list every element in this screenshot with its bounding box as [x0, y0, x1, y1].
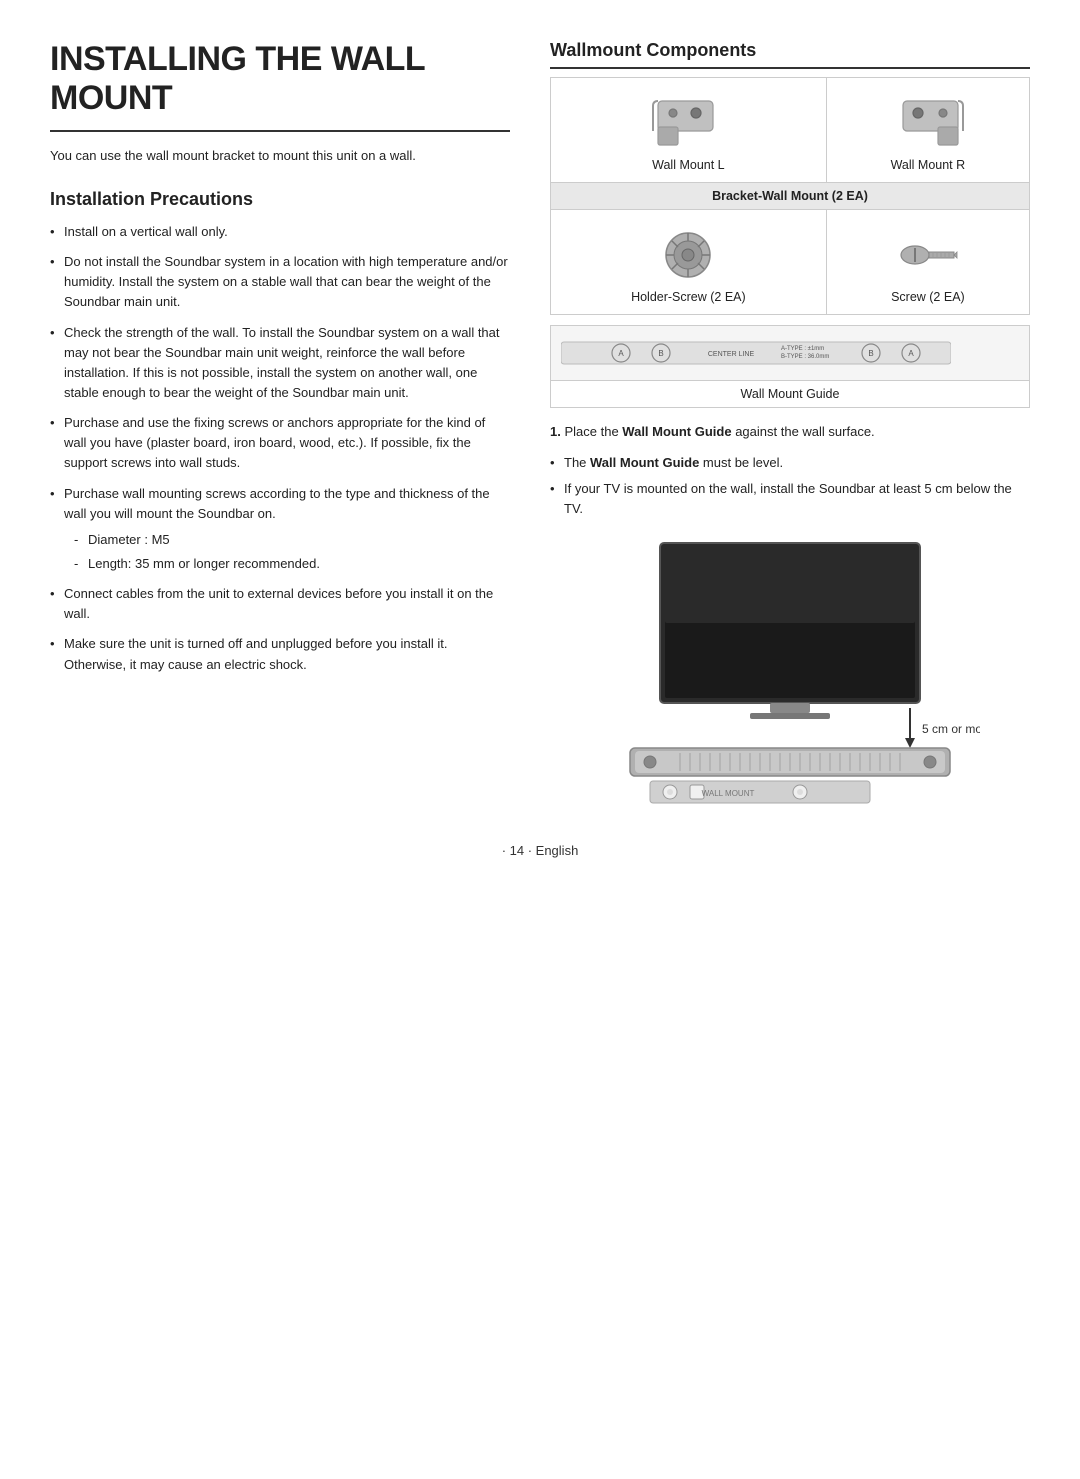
screw-label: Screw (2 EA) — [835, 290, 1021, 304]
holder-screw-cell: Holder-Screw (2 EA) — [551, 210, 827, 315]
list-item: Make sure the unit is turned off and unp… — [50, 634, 510, 674]
step-bullet-2: If your TV is mounted on the wall, insta… — [550, 479, 1030, 519]
screw-image — [835, 220, 1021, 290]
wall-mount-r-cell: Wall Mount R — [826, 78, 1029, 183]
holder-screw-label: Holder-Screw (2 EA) — [559, 290, 818, 304]
list-item: Do not install the Soundbar system in a … — [50, 252, 510, 312]
footer-text: · 14 · English — [502, 843, 579, 858]
svg-text:A: A — [908, 349, 914, 358]
svg-text:WALL MOUNT: WALL MOUNT — [702, 789, 755, 798]
table-row-images: Wall Mount L — [551, 78, 1030, 183]
step-bullets-list: The Wall Mount Guide must be level. If y… — [550, 453, 1030, 519]
sub-list: Diameter : M5 Length: 35 mm or longer re… — [64, 530, 510, 574]
page-wrapper: INSTALLING THE WALL MOUNT You can use th… — [50, 40, 1030, 813]
screw-cell: Screw (2 EA) — [826, 210, 1029, 315]
wall-mount-l-image — [559, 88, 818, 158]
list-item: Check the strength of the wall. To insta… — [50, 323, 510, 404]
left-column: INSTALLING THE WALL MOUNT You can use th… — [50, 40, 510, 813]
guide-container: CENTER LINE A-TYPE : ±1mm B-TYPE : 36.0m… — [550, 325, 1030, 408]
components-table: Wall Mount L — [550, 77, 1030, 315]
bracket-label: Bracket-Wall Mount (2 EA) — [551, 183, 1030, 210]
step1-text: 1. Place the Wall Mount Guide against th… — [550, 422, 1030, 443]
precaution-list: Install on a vertical wall only. Do not … — [50, 222, 510, 675]
table-row-screws: Holder-Screw (2 EA) — [551, 210, 1030, 315]
guide-label: Wall Mount Guide — [551, 380, 1029, 407]
right-section-title: Wallmount Components — [550, 40, 1030, 69]
svg-text:B-TYPE : 36.0mm: B-TYPE : 36.0mm — [781, 354, 829, 360]
svg-text:5 cm or more: 5 cm or more — [922, 722, 980, 736]
right-column: Wallmount Components — [550, 40, 1030, 813]
page-title: INSTALLING THE WALL MOUNT — [50, 40, 510, 132]
holder-screw-image — [559, 220, 818, 290]
wall-mount-r-image — [835, 88, 1021, 158]
page-footer: · 14 · English — [50, 843, 1030, 858]
bracket-row: Bracket-Wall Mount (2 EA) — [551, 183, 1030, 210]
sub-list-item: Length: 35 mm or longer recommended. — [74, 554, 510, 574]
wall-mount-r-label: Wall Mount R — [835, 158, 1021, 172]
tv-illustration: 5 cm or more — [550, 533, 1030, 813]
list-item: Install on a vertical wall only. — [50, 222, 510, 242]
svg-text:B: B — [868, 349, 873, 358]
wall-mount-l-label: Wall Mount L — [559, 158, 818, 172]
sub-list-item: Diameter : M5 — [74, 530, 510, 550]
svg-text:B: B — [658, 349, 663, 358]
left-section-title: Installation Precautions — [50, 189, 510, 210]
wall-mount-l-cell: Wall Mount L — [551, 78, 827, 183]
intro-text: You can use the wall mount bracket to mo… — [50, 146, 510, 167]
list-item: Purchase and use the fixing screws or an… — [50, 413, 510, 473]
tv-svg: 5 cm or more — [600, 533, 980, 813]
step-bullet-1: The Wall Mount Guide must be level. — [550, 453, 1030, 473]
svg-text:CENTER LINE: CENTER LINE — [708, 351, 755, 358]
list-item: Connect cables from the unit to external… — [50, 584, 510, 624]
step-number: 1. — [550, 424, 561, 439]
svg-text:A-TYPE : ±1mm: A-TYPE : ±1mm — [781, 346, 824, 352]
svg-text:A: A — [618, 349, 624, 358]
guide-strip: CENTER LINE A-TYPE : ±1mm B-TYPE : 36.0m… — [551, 326, 1029, 380]
list-item: Purchase wall mounting screws according … — [50, 484, 510, 575]
